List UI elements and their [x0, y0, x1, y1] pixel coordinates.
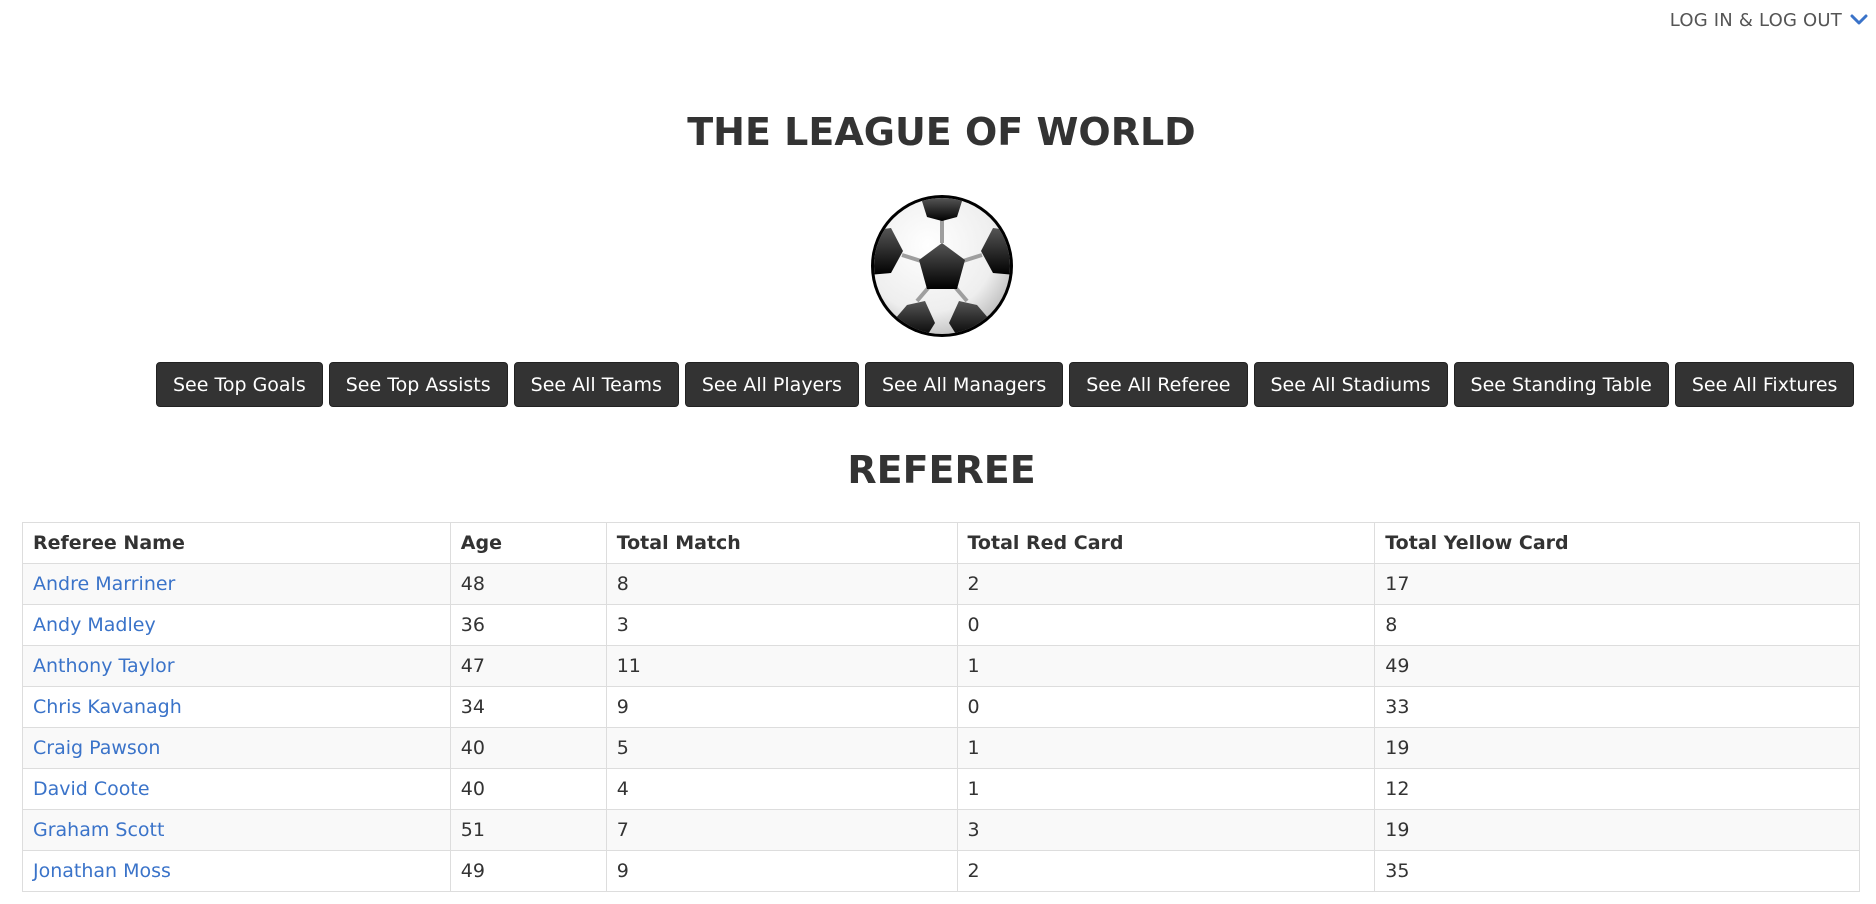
cell-total-match: 9	[605, 686, 958, 728]
cell-total-yellow-card: 33	[1374, 686, 1860, 728]
column-header-age: Age	[449, 522, 607, 564]
cell-total-yellow-card: 12	[1374, 768, 1860, 810]
table-row: Anthony Taylor 47 11 1 49	[22, 645, 1860, 687]
referee-name-link[interactable]: Andy Madley	[33, 614, 156, 636]
see-all-managers-button[interactable]: See All Managers	[864, 362, 1064, 407]
cell-referee-name: Graham Scott	[22, 809, 451, 851]
referee-table-container: Referee Name Age Total Match Total Red C…	[22, 522, 1860, 892]
cell-referee-name: Craig Pawson	[22, 727, 451, 769]
cell-total-yellow-card: 19	[1374, 809, 1860, 851]
cell-total-yellow-card: 17	[1374, 563, 1860, 605]
soccer-ball-icon	[869, 193, 1015, 339]
cell-total-yellow-card: 8	[1374, 604, 1860, 646]
nav-button-bar: See Top Goals See Top Assists See All Te…	[156, 362, 1855, 407]
cell-total-yellow-card: 19	[1374, 727, 1860, 769]
column-header-total-red-card: Total Red Card	[956, 522, 1376, 564]
column-header-total-yellow-card: Total Yellow Card	[1374, 522, 1860, 564]
cell-referee-name: Andy Madley	[22, 604, 451, 646]
column-header-total-match: Total Match	[605, 522, 958, 564]
table-row: Graham Scott 51 7 3 19	[22, 809, 1860, 851]
table-row: Andy Madley 36 3 0 8	[22, 604, 1860, 646]
cell-total-red-card: 1	[956, 727, 1376, 769]
referee-name-link[interactable]: Craig Pawson	[33, 737, 160, 759]
referee-name-link[interactable]: Graham Scott	[33, 819, 164, 841]
cell-age: 34	[449, 686, 607, 728]
see-top-assists-button[interactable]: See Top Assists	[328, 362, 508, 407]
cell-total-match: 7	[605, 809, 958, 851]
column-header-referee-name: Referee Name	[22, 522, 451, 564]
cell-total-match: 3	[605, 604, 958, 646]
see-all-referee-button[interactable]: See All Referee	[1069, 362, 1248, 407]
table-row: Jonathan Moss 49 9 2 35	[22, 850, 1860, 892]
cell-total-red-card: 1	[956, 768, 1376, 810]
cell-referee-name: Andre Marriner	[22, 563, 451, 605]
top-bar: LOG IN & LOG OUT	[1670, 0, 1876, 40]
cell-total-red-card: 2	[956, 563, 1376, 605]
section-title: REFEREE	[847, 448, 1036, 492]
see-standing-table-button[interactable]: See Standing Table	[1453, 362, 1669, 407]
cell-age: 51	[449, 809, 607, 851]
cell-total-match: 4	[605, 768, 958, 810]
cell-total-match: 11	[605, 645, 958, 687]
cell-total-red-card: 0	[956, 686, 1376, 728]
see-top-goals-button[interactable]: See Top Goals	[156, 362, 323, 407]
table-header-row: Referee Name Age Total Match Total Red C…	[22, 522, 1860, 564]
cell-referee-name: Anthony Taylor	[22, 645, 451, 687]
cell-total-red-card: 2	[956, 850, 1376, 892]
cell-total-match: 8	[605, 563, 958, 605]
referee-name-link[interactable]: Anthony Taylor	[33, 655, 175, 677]
cell-age: 40	[449, 768, 607, 810]
cell-total-match: 5	[605, 727, 958, 769]
see-all-teams-button[interactable]: See All Teams	[513, 362, 679, 407]
table-row: Chris Kavanagh 34 9 0 33	[22, 686, 1860, 728]
table-row: Andre Marriner 48 8 2 17	[22, 563, 1860, 605]
cell-total-yellow-card: 49	[1374, 645, 1860, 687]
referee-name-link[interactable]: David Coote	[33, 778, 150, 800]
cell-total-match: 9	[605, 850, 958, 892]
table-row: Craig Pawson 40 5 1 19	[22, 727, 1860, 769]
cell-age: 36	[449, 604, 607, 646]
login-logout-menu[interactable]: LOG IN & LOG OUT	[1670, 10, 1868, 31]
cell-total-yellow-card: 35	[1374, 850, 1860, 892]
cell-referee-name: Chris Kavanagh	[22, 686, 451, 728]
cell-age: 49	[449, 850, 607, 892]
see-all-stadiums-button[interactable]: See All Stadiums	[1253, 362, 1448, 407]
referee-name-link[interactable]: Chris Kavanagh	[33, 696, 182, 718]
referee-name-link[interactable]: Jonathan Moss	[33, 860, 171, 882]
cell-age: 40	[449, 727, 607, 769]
referee-table: Referee Name Age Total Match Total Red C…	[22, 522, 1860, 892]
see-all-players-button[interactable]: See All Players	[684, 362, 859, 407]
page-title: THE LEAGUE OF WORLD	[687, 110, 1196, 154]
cell-total-red-card: 1	[956, 645, 1376, 687]
see-all-fixtures-button[interactable]: See All Fixtures	[1674, 362, 1855, 407]
table-row: David Coote 40 4 1 12	[22, 768, 1860, 810]
cell-referee-name: David Coote	[22, 768, 451, 810]
cell-referee-name: Jonathan Moss	[22, 850, 451, 892]
cell-age: 47	[449, 645, 607, 687]
cell-total-red-card: 3	[956, 809, 1376, 851]
cell-total-red-card: 0	[956, 604, 1376, 646]
cell-age: 48	[449, 563, 607, 605]
chevron-down-icon	[1850, 14, 1868, 26]
referee-name-link[interactable]: Andre Marriner	[33, 573, 175, 595]
login-logout-label: LOG IN & LOG OUT	[1669, 9, 1842, 31]
